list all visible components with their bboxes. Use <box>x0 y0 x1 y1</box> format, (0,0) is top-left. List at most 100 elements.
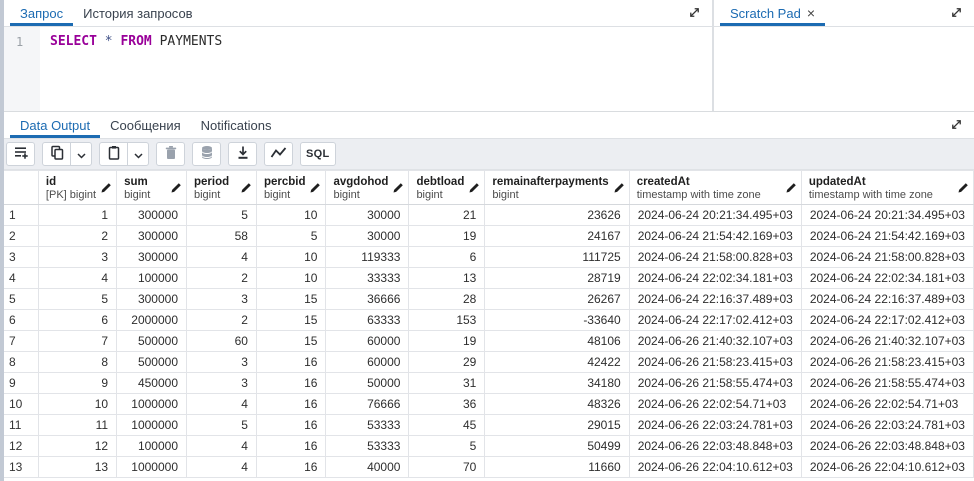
column-header-remainafterpayments[interactable]: remainafterpaymentsbigint <box>485 171 629 205</box>
cell-period[interactable]: 4 <box>187 457 257 478</box>
cell-createdAt[interactable]: 2024-06-24 21:54:42.169+03 <box>629 226 801 247</box>
column-header-createdAt[interactable]: createdAttimestamp with time zone <box>629 171 801 205</box>
sql-button[interactable]: SQL <box>300 142 336 166</box>
cell-remainafterpayments[interactable]: 50499 <box>485 436 629 457</box>
cell-debtload[interactable]: 19 <box>409 331 485 352</box>
edit-pencil-icon[interactable] <box>392 182 404 197</box>
cell-remainafterpayments[interactable]: 26267 <box>485 289 629 310</box>
cell-debtload[interactable]: 36 <box>409 394 485 415</box>
cell-period[interactable]: 4 <box>187 247 257 268</box>
cell-createdAt[interactable]: 2024-06-24 21:58:00.828+03 <box>629 247 801 268</box>
tab-query-history[interactable]: История запросов <box>73 0 203 26</box>
cell-debtload[interactable]: 45 <box>409 415 485 436</box>
cell-period[interactable]: 2 <box>187 268 257 289</box>
edit-pencil-icon[interactable] <box>240 182 252 197</box>
expand-results-panel-button[interactable] <box>946 116 966 136</box>
row-number[interactable]: 1 <box>1 205 39 226</box>
cell-avgdohod[interactable]: 36666 <box>326 289 409 310</box>
cell-period[interactable]: 3 <box>187 352 257 373</box>
cell-createdAt[interactable]: 2024-06-26 21:58:55.474+03 <box>629 373 801 394</box>
cell-sum[interactable]: 1000000 <box>117 457 187 478</box>
cell-sum[interactable]: 100000 <box>117 268 187 289</box>
column-header-debtload[interactable]: debtloadbigint <box>409 171 485 205</box>
cell-avgdohod[interactable]: 60000 <box>326 352 409 373</box>
cell-avgdohod[interactable]: 119333 <box>326 247 409 268</box>
cell-remainafterpayments[interactable]: 23626 <box>485 205 629 226</box>
cell-id[interactable]: 11 <box>38 415 116 436</box>
scratch-pad-content[interactable] <box>714 27 974 111</box>
column-header-period[interactable]: periodbigint <box>187 171 257 205</box>
cell-id[interactable]: 1 <box>38 205 116 226</box>
cell-remainafterpayments[interactable]: 42422 <box>485 352 629 373</box>
cell-sum[interactable]: 300000 <box>117 205 187 226</box>
cell-updatedAt[interactable]: 2024-06-26 22:03:24.781+03 <box>801 415 973 436</box>
cell-percbid[interactable]: 10 <box>256 247 326 268</box>
cell-createdAt[interactable]: 2024-06-26 22:02:54.71+03 <box>629 394 801 415</box>
row-number[interactable]: 13 <box>1 457 39 478</box>
cell-id[interactable]: 7 <box>38 331 116 352</box>
edit-pencil-icon[interactable] <box>957 182 969 197</box>
paste-button[interactable] <box>99 142 128 166</box>
cell-period[interactable]: 5 <box>187 415 257 436</box>
cell-remainafterpayments[interactable]: 28719 <box>485 268 629 289</box>
cell-remainafterpayments[interactable]: 48106 <box>485 331 629 352</box>
cell-debtload[interactable]: 21 <box>409 205 485 226</box>
cell-avgdohod[interactable]: 50000 <box>326 373 409 394</box>
cell-sum[interactable]: 1000000 <box>117 415 187 436</box>
cell-remainafterpayments[interactable]: 11660 <box>485 457 629 478</box>
cell-avgdohod[interactable]: 53333 <box>326 415 409 436</box>
save-results-to-file-button[interactable] <box>228 142 257 166</box>
cell-period[interactable]: 60 <box>187 331 257 352</box>
cell-id[interactable]: 5 <box>38 289 116 310</box>
cell-period[interactable]: 2 <box>187 310 257 331</box>
cell-debtload[interactable]: 13 <box>409 268 485 289</box>
cell-updatedAt[interactable]: 2024-06-24 21:58:00.828+03 <box>801 247 973 268</box>
cell-percbid[interactable]: 16 <box>256 352 326 373</box>
cell-createdAt[interactable]: 2024-06-24 22:17:02.412+03 <box>629 310 801 331</box>
cell-updatedAt[interactable]: 2024-06-26 22:03:48.848+03 <box>801 436 973 457</box>
row-number[interactable]: 10 <box>1 394 39 415</box>
column-header-avgdohod[interactable]: avgdohodbigint <box>326 171 409 205</box>
cell-debtload[interactable]: 28 <box>409 289 485 310</box>
delete-rows-button[interactable] <box>156 142 185 166</box>
cell-avgdohod[interactable]: 60000 <box>326 331 409 352</box>
cell-sum[interactable]: 300000 <box>117 247 187 268</box>
cell-period[interactable]: 58 <box>187 226 257 247</box>
column-header-percbid[interactable]: percbidbigint <box>256 171 326 205</box>
row-number[interactable]: 3 <box>1 247 39 268</box>
cell-percbid[interactable]: 5 <box>256 226 326 247</box>
cell-remainafterpayments[interactable]: 24167 <box>485 226 629 247</box>
cell-createdAt[interactable]: 2024-06-24 20:21:34.495+03 <box>629 205 801 226</box>
edit-pencil-icon[interactable] <box>100 182 112 197</box>
cell-debtload[interactable]: 31 <box>409 373 485 394</box>
row-number[interactable]: 6 <box>1 310 39 331</box>
cell-percbid[interactable]: 16 <box>256 415 326 436</box>
cell-updatedAt[interactable]: 2024-06-26 21:40:32.107+03 <box>801 331 973 352</box>
cell-id[interactable]: 2 <box>38 226 116 247</box>
tab-notifications[interactable]: Notifications <box>191 112 282 138</box>
cell-updatedAt[interactable]: 2024-06-24 22:16:37.489+03 <box>801 289 973 310</box>
cell-updatedAt[interactable]: 2024-06-24 20:21:34.495+03 <box>801 205 973 226</box>
cell-avgdohod[interactable]: 53333 <box>326 436 409 457</box>
cell-updatedAt[interactable]: 2024-06-26 21:58:55.474+03 <box>801 373 973 394</box>
cell-percbid[interactable]: 16 <box>256 457 326 478</box>
edit-pencil-icon[interactable] <box>309 182 321 197</box>
cell-updatedAt[interactable]: 2024-06-26 22:02:54.71+03 <box>801 394 973 415</box>
cell-id[interactable]: 10 <box>38 394 116 415</box>
cell-sum[interactable]: 100000 <box>117 436 187 457</box>
row-number[interactable]: 12 <box>1 436 39 457</box>
cell-updatedAt[interactable]: 2024-06-26 21:58:23.415+03 <box>801 352 973 373</box>
copy-options-button[interactable] <box>70 142 92 166</box>
cell-debtload[interactable]: 5 <box>409 436 485 457</box>
cell-debtload[interactable]: 29 <box>409 352 485 373</box>
cell-createdAt[interactable]: 2024-06-26 22:04:10.612+03 <box>629 457 801 478</box>
cell-createdAt[interactable]: 2024-06-24 22:16:37.489+03 <box>629 289 801 310</box>
sql-editor[interactable]: 1 SELECT * FROM PAYMENTS <box>4 27 712 111</box>
cell-updatedAt[interactable]: 2024-06-26 22:04:10.612+03 <box>801 457 973 478</box>
select-all-corner[interactable] <box>1 171 39 205</box>
cell-debtload[interactable]: 19 <box>409 226 485 247</box>
cell-sum[interactable]: 1000000 <box>117 394 187 415</box>
cell-updatedAt[interactable]: 2024-06-24 21:54:42.169+03 <box>801 226 973 247</box>
cell-avgdohod[interactable]: 33333 <box>326 268 409 289</box>
cell-createdAt[interactable]: 2024-06-24 22:02:34.181+03 <box>629 268 801 289</box>
